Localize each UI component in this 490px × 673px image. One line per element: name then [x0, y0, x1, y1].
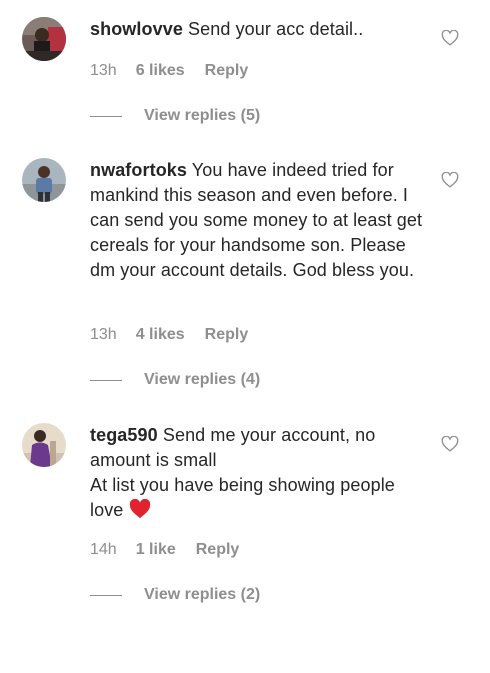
avatar[interactable]: [22, 423, 66, 467]
reply-button[interactable]: Reply: [205, 62, 249, 80]
avatar[interactable]: [22, 158, 66, 202]
comment-body: showlovve Send your acc detail..: [90, 17, 430, 42]
comment-text: Send your acc detail..: [188, 19, 364, 39]
avatar[interactable]: [22, 17, 66, 61]
comment-timestamp: 13h: [90, 62, 117, 79]
heart-outline-icon[interactable]: [441, 172, 459, 188]
comment-likes[interactable]: 6 likes: [136, 62, 185, 80]
comment-body: tega590 Send me your account, no amount …: [90, 423, 430, 523]
comment-timestamp: 14h: [90, 541, 117, 558]
view-replies-label: View replies (5): [144, 107, 261, 124]
replies-divider: [90, 594, 122, 596]
comment-username[interactable]: showlovve: [90, 19, 183, 39]
replies-divider: [90, 379, 122, 381]
comment-text-block-1: tega590 Send me your account, no amount …: [90, 423, 430, 473]
comment-text-block-2: At list you have being showing people lo…: [90, 473, 430, 523]
view-replies-button[interactable]: View replies (4): [90, 371, 260, 389]
view-replies-button[interactable]: View replies (5): [90, 107, 260, 125]
view-replies-label: View replies (2): [144, 586, 261, 603]
comment-timestamp: 13h: [90, 326, 117, 343]
avatar-image: [22, 423, 66, 467]
reply-button[interactable]: Reply: [205, 326, 249, 344]
heart-outline-icon[interactable]: [441, 30, 459, 46]
view-replies-button[interactable]: View replies (2): [90, 586, 260, 604]
avatar-image: [22, 158, 66, 202]
heart-outline-icon[interactable]: [441, 436, 459, 452]
comment-body: nwafortoks You have indeed tried for man…: [90, 158, 430, 283]
comment-username[interactable]: tega590: [90, 425, 158, 445]
comment-likes[interactable]: 1 like: [136, 541, 176, 559]
comment-meta: 13h 6 likes Reply: [90, 62, 248, 80]
reply-button[interactable]: Reply: [196, 541, 240, 559]
replies-divider: [90, 115, 122, 117]
red-heart-emoji-icon: [129, 499, 150, 519]
view-replies-label: View replies (4): [144, 371, 261, 388]
comment-username[interactable]: nwafortoks: [90, 160, 187, 180]
avatar-image: [22, 17, 66, 61]
comment-meta: 13h 4 likes Reply: [90, 326, 248, 344]
comment-likes[interactable]: 4 likes: [136, 326, 185, 344]
comment-meta: 14h 1 like Reply: [90, 541, 239, 559]
